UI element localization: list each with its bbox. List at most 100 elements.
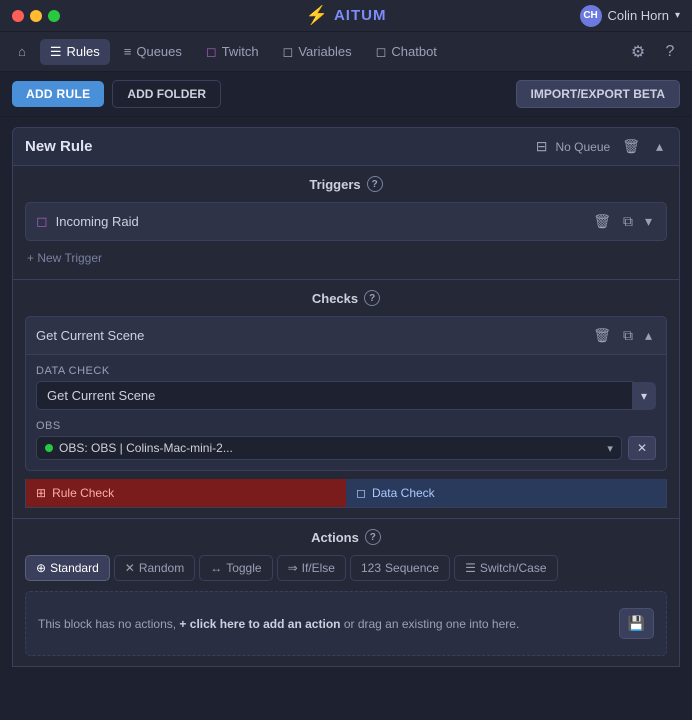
delete-check-button[interactable]: 🗑 <box>589 325 615 346</box>
save-icon: 💾 <box>628 615 645 631</box>
titlebar: ⚡ AITUM CH Colin Horn ▾ <box>0 0 692 32</box>
check-controls: 🗑 ⧉ ▴ <box>589 325 656 346</box>
check-row: Get Current Scene 🗑 ⧉ ▴ <box>25 316 667 355</box>
check-body: Data Check Get Current Scene ▾ OBS OBS: … <box>25 355 667 471</box>
nav-label-rules: Rules <box>67 44 100 59</box>
navbar: ⌂ ☰ Rules ≡ Queues ◻ Twitch ◻ Variables … <box>0 32 692 72</box>
toggle-icon: ↔ <box>210 561 222 575</box>
no-queue-button[interactable]: No Queue <box>555 140 610 154</box>
nav-label-chatbot: Chatbot <box>391 44 437 59</box>
actions-empty-text: This block has no actions, + click here … <box>38 617 609 631</box>
username: Colin Horn <box>608 8 669 23</box>
copy-trigger-button[interactable]: ⧉ <box>619 211 637 232</box>
titlebar-center: ⚡ AITUM <box>306 5 387 26</box>
action-tab-sequence[interactable]: 123 Sequence <box>350 555 450 581</box>
actions-drag-text: or drag an existing one into here. <box>344 617 519 631</box>
triggers-label: Triggers <box>309 177 360 192</box>
rule-header: New Rule ⊟ No Queue 🗑 ▴ <box>12 127 680 166</box>
trash-icon: 🗑 <box>622 138 640 154</box>
delete-rule-button[interactable]: 🗑 <box>618 136 644 157</box>
check-tabs: ⊞ Rule Check ◻ Data Check <box>25 479 667 508</box>
tab-rule-check[interactable]: ⊞ Rule Check <box>26 479 346 507</box>
actions-help-icon[interactable]: ? <box>365 529 381 545</box>
nav-item-queues[interactable]: ≡ Queues <box>114 39 192 64</box>
nav-item-twitch[interactable]: ◻ Twitch <box>196 39 269 65</box>
chatbot-icon: ◻ <box>376 44 387 60</box>
obs-field-label: OBS <box>36 420 656 432</box>
action-tab-toggle[interactable]: ↔ Toggle <box>199 555 272 581</box>
data-check-select[interactable]: Get Current Scene <box>36 381 633 410</box>
action-tabs: ⊕ Standard ✕ Random ↔ Toggle ⇒ If/Else 1… <box>25 555 667 581</box>
nav-item-variables[interactable]: ◻ Variables <box>273 39 362 65</box>
maximize-button[interactable] <box>48 10 60 22</box>
checks-help-icon[interactable]: ? <box>364 290 380 306</box>
triggers-section: Triggers ? ◻ Incoming Raid 🗑 ⧉ ▾ + New T… <box>12 166 680 280</box>
settings-button[interactable]: ⚙ <box>624 38 652 66</box>
obs-label: OBS: OBS | Colins-Mac-mini-2... <box>59 441 601 455</box>
window-controls <box>12 10 60 22</box>
variables-icon: ◻ <box>283 44 294 60</box>
data-check-icon: ◻ <box>356 486 366 500</box>
nav-item-chatbot[interactable]: ◻ Chatbot <box>366 39 447 65</box>
nav-home[interactable]: ⌂ <box>8 39 36 64</box>
checks-section: Checks ? Get Current Scene 🗑 ⧉ ▴ Data Ch… <box>12 280 680 519</box>
nav-label-twitch: Twitch <box>222 44 259 59</box>
delete-trigger-button[interactable]: 🗑 <box>589 211 615 232</box>
triggers-help-icon[interactable]: ? <box>367 176 383 192</box>
twitch-icon: ◻ <box>206 44 217 60</box>
queues-icon: ≡ <box>124 44 132 59</box>
add-folder-button[interactable]: ADD FOLDER <box>112 80 221 108</box>
nav-item-rules[interactable]: ☰ Rules <box>40 39 110 65</box>
action-tab-ifelse[interactable]: ⇒ If/Else <box>277 555 346 581</box>
chevron-down-icon: ▾ <box>675 10 680 21</box>
add-action-cta[interactable]: + click here to add an action <box>179 617 340 631</box>
action-tab-random[interactable]: ✕ Random <box>114 555 195 581</box>
copy-check-button[interactable]: ⧉ <box>619 325 637 346</box>
close-button[interactable] <box>12 10 24 22</box>
checks-header: Checks ? <box>25 290 667 306</box>
actions-label: Actions <box>311 530 359 545</box>
action-tab-standard[interactable]: ⊕ Standard <box>25 555 110 581</box>
actionbar: ADD RULE ADD FOLDER IMPORT/EXPORT BETA <box>0 72 692 117</box>
ifelse-icon: ⇒ <box>288 561 298 575</box>
collapse-rule-button[interactable]: ▴ <box>652 136 667 157</box>
add-rule-button[interactable]: ADD RULE <box>12 81 104 107</box>
home-icon: ⌂ <box>18 44 26 59</box>
new-trigger-button[interactable]: + New Trigger <box>25 247 104 269</box>
save-button[interactable]: 💾 <box>619 608 654 639</box>
trash-icon: 🗑 <box>593 327 611 343</box>
trigger-label: Incoming Raid <box>56 214 582 229</box>
nav-label-variables: Variables <box>298 44 351 59</box>
obs-select[interactable]: OBS: OBS | Colins-Mac-mini-2... ▾ <box>36 436 622 460</box>
checks-label: Checks <box>312 291 358 306</box>
action-tab-switchcase[interactable]: ☰ Switch/Case <box>454 555 557 581</box>
rule-check-icon: ⊞ <box>36 486 46 500</box>
help-icon: ? <box>666 43 675 61</box>
collapse-check-button[interactable]: ▴ <box>641 325 656 346</box>
chevron-up-icon: ▴ <box>656 138 663 154</box>
expand-trigger-button[interactable]: ▾ <box>641 211 656 232</box>
minimize-button[interactable] <box>30 10 42 22</box>
actions-empty-area: This block has no actions, + click here … <box>25 591 667 656</box>
app-name: AITUM <box>334 7 387 24</box>
filter-icon: ⊟ <box>536 138 548 155</box>
main-content: New Rule ⊟ No Queue 🗑 ▴ Triggers ? ◻ Inc… <box>0 117 692 719</box>
rule-header-controls: ⊟ No Queue 🗑 ▴ <box>536 136 667 157</box>
obs-clear-button[interactable]: ✕ <box>628 436 656 460</box>
data-check-label: Data Check <box>372 486 435 500</box>
import-export-button[interactable]: IMPORT/EXPORT BETA <box>516 80 680 108</box>
rule-check-label: Rule Check <box>52 486 114 500</box>
help-button[interactable]: ? <box>656 38 684 66</box>
tab-data-check[interactable]: ◻ Data Check <box>346 479 666 507</box>
sequence-icon: 123 <box>361 561 381 575</box>
switchcase-icon: ☰ <box>465 561 476 575</box>
nav-label-queues: Queues <box>136 44 182 59</box>
actions-section: Actions ? ⊕ Standard ✕ Random ↔ Toggle ⇒… <box>12 519 680 667</box>
user-menu[interactable]: CH Colin Horn ▾ <box>580 5 680 27</box>
check-label: Get Current Scene <box>36 328 581 343</box>
chevron-down-icon: ▾ <box>645 213 652 229</box>
data-check-select-row: Get Current Scene ▾ <box>36 381 656 410</box>
obs-row: OBS: OBS | Colins-Mac-mini-2... ▾ ✕ <box>36 436 656 460</box>
actions-header: Actions ? <box>25 529 667 545</box>
rule-title[interactable]: New Rule <box>25 138 536 155</box>
